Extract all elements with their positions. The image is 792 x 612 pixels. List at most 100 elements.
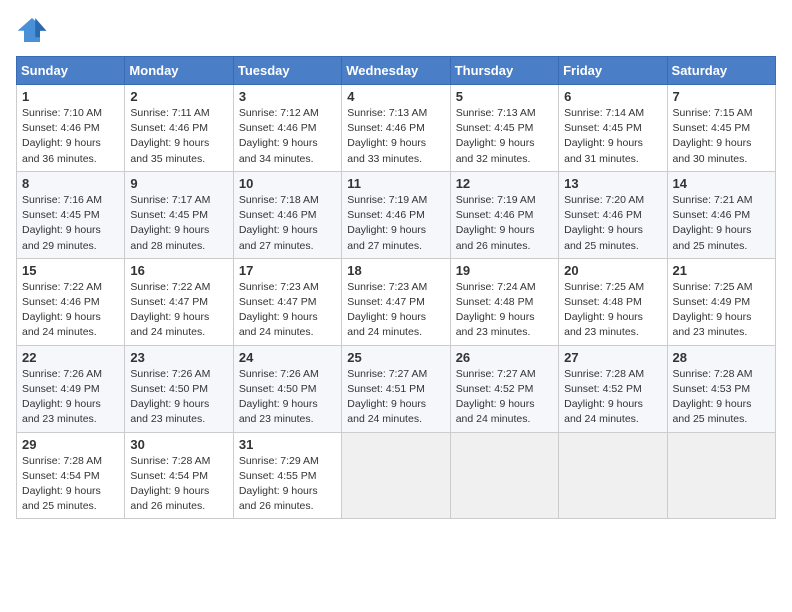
day-number: 5 xyxy=(456,89,553,104)
col-header-saturday: Saturday xyxy=(667,57,775,85)
day-info: Sunrise: 7:28 AM Sunset: 4:52 PM Dayligh… xyxy=(564,367,661,428)
day-number: 7 xyxy=(673,89,770,104)
sunrise-label: Sunrise: 7:28 AM xyxy=(22,455,102,467)
sunset-label: Sunset: 4:47 PM xyxy=(239,296,317,308)
calendar-cell: 6 Sunrise: 7:14 AM Sunset: 4:45 PM Dayli… xyxy=(559,85,667,172)
daylight-label: Daylight: 9 hours and 36 minutes. xyxy=(22,137,101,164)
calendar-cell: 14 Sunrise: 7:21 AM Sunset: 4:46 PM Dayl… xyxy=(667,171,775,258)
day-number: 26 xyxy=(456,350,553,365)
calendar-cell: 5 Sunrise: 7:13 AM Sunset: 4:45 PM Dayli… xyxy=(450,85,558,172)
calendar-cell: 30 Sunrise: 7:28 AM Sunset: 4:54 PM Dayl… xyxy=(125,432,233,519)
sunset-label: Sunset: 4:46 PM xyxy=(239,209,317,221)
day-number: 3 xyxy=(239,89,336,104)
daylight-label: Daylight: 9 hours and 24 minutes. xyxy=(130,311,209,338)
sunrise-label: Sunrise: 7:23 AM xyxy=(347,281,427,293)
sunset-label: Sunset: 4:49 PM xyxy=(22,383,100,395)
day-info: Sunrise: 7:16 AM Sunset: 4:45 PM Dayligh… xyxy=(22,193,119,254)
calendar-cell: 10 Sunrise: 7:18 AM Sunset: 4:46 PM Dayl… xyxy=(233,171,341,258)
day-number: 17 xyxy=(239,263,336,278)
daylight-label: Daylight: 9 hours and 23 minutes. xyxy=(239,398,318,425)
sunset-label: Sunset: 4:52 PM xyxy=(456,383,534,395)
day-number: 6 xyxy=(564,89,661,104)
sunrise-label: Sunrise: 7:19 AM xyxy=(456,194,536,206)
sunset-label: Sunset: 4:52 PM xyxy=(564,383,642,395)
calendar-cell xyxy=(559,432,667,519)
daylight-label: Daylight: 9 hours and 27 minutes. xyxy=(347,224,426,251)
sunrise-label: Sunrise: 7:28 AM xyxy=(130,455,210,467)
day-number: 2 xyxy=(130,89,227,104)
sunset-label: Sunset: 4:45 PM xyxy=(564,122,642,134)
calendar-cell xyxy=(450,432,558,519)
daylight-label: Daylight: 9 hours and 25 minutes. xyxy=(673,224,752,251)
sunrise-label: Sunrise: 7:11 AM xyxy=(130,107,209,119)
day-number: 4 xyxy=(347,89,444,104)
sunset-label: Sunset: 4:46 PM xyxy=(22,296,100,308)
day-number: 10 xyxy=(239,176,336,191)
calendar-cell: 24 Sunrise: 7:26 AM Sunset: 4:50 PM Dayl… xyxy=(233,345,341,432)
sunrise-label: Sunrise: 7:26 AM xyxy=(22,368,102,380)
day-number: 16 xyxy=(130,263,227,278)
day-info: Sunrise: 7:28 AM Sunset: 4:54 PM Dayligh… xyxy=(22,454,119,515)
day-info: Sunrise: 7:10 AM Sunset: 4:46 PM Dayligh… xyxy=(22,106,119,167)
page-header xyxy=(16,16,776,44)
day-info: Sunrise: 7:27 AM Sunset: 4:51 PM Dayligh… xyxy=(347,367,444,428)
day-info: Sunrise: 7:13 AM Sunset: 4:45 PM Dayligh… xyxy=(456,106,553,167)
day-info: Sunrise: 7:12 AM Sunset: 4:46 PM Dayligh… xyxy=(239,106,336,167)
sunrise-label: Sunrise: 7:28 AM xyxy=(564,368,644,380)
col-header-monday: Monday xyxy=(125,57,233,85)
day-number: 19 xyxy=(456,263,553,278)
calendar-cell: 7 Sunrise: 7:15 AM Sunset: 4:45 PM Dayli… xyxy=(667,85,775,172)
daylight-label: Daylight: 9 hours and 23 minutes. xyxy=(673,311,752,338)
calendar-cell: 4 Sunrise: 7:13 AM Sunset: 4:46 PM Dayli… xyxy=(342,85,450,172)
day-info: Sunrise: 7:18 AM Sunset: 4:46 PM Dayligh… xyxy=(239,193,336,254)
day-number: 21 xyxy=(673,263,770,278)
calendar-cell: 27 Sunrise: 7:28 AM Sunset: 4:52 PM Dayl… xyxy=(559,345,667,432)
day-info: Sunrise: 7:23 AM Sunset: 4:47 PM Dayligh… xyxy=(239,280,336,341)
day-info: Sunrise: 7:27 AM Sunset: 4:52 PM Dayligh… xyxy=(456,367,553,428)
day-info: Sunrise: 7:15 AM Sunset: 4:45 PM Dayligh… xyxy=(673,106,770,167)
sunrise-label: Sunrise: 7:28 AM xyxy=(673,368,753,380)
daylight-label: Daylight: 9 hours and 24 minutes. xyxy=(456,398,535,425)
calendar-cell: 29 Sunrise: 7:28 AM Sunset: 4:54 PM Dayl… xyxy=(17,432,125,519)
day-number: 23 xyxy=(130,350,227,365)
sunset-label: Sunset: 4:45 PM xyxy=(673,122,751,134)
sunset-label: Sunset: 4:48 PM xyxy=(564,296,642,308)
sunrise-label: Sunrise: 7:13 AM xyxy=(347,107,427,119)
daylight-label: Daylight: 9 hours and 32 minutes. xyxy=(456,137,535,164)
daylight-label: Daylight: 9 hours and 24 minutes. xyxy=(239,311,318,338)
day-info: Sunrise: 7:25 AM Sunset: 4:49 PM Dayligh… xyxy=(673,280,770,341)
day-info: Sunrise: 7:24 AM Sunset: 4:48 PM Dayligh… xyxy=(456,280,553,341)
sunset-label: Sunset: 4:46 PM xyxy=(347,209,425,221)
day-number: 22 xyxy=(22,350,119,365)
calendar-cell: 20 Sunrise: 7:25 AM Sunset: 4:48 PM Dayl… xyxy=(559,258,667,345)
calendar-cell: 9 Sunrise: 7:17 AM Sunset: 4:45 PM Dayli… xyxy=(125,171,233,258)
day-number: 13 xyxy=(564,176,661,191)
sunrise-label: Sunrise: 7:25 AM xyxy=(564,281,644,293)
day-info: Sunrise: 7:21 AM Sunset: 4:46 PM Dayligh… xyxy=(673,193,770,254)
sunset-label: Sunset: 4:45 PM xyxy=(22,209,100,221)
day-info: Sunrise: 7:19 AM Sunset: 4:46 PM Dayligh… xyxy=(456,193,553,254)
daylight-label: Daylight: 9 hours and 23 minutes. xyxy=(22,398,101,425)
day-info: Sunrise: 7:26 AM Sunset: 4:50 PM Dayligh… xyxy=(239,367,336,428)
sunrise-label: Sunrise: 7:14 AM xyxy=(564,107,644,119)
sunrise-label: Sunrise: 7:19 AM xyxy=(347,194,427,206)
sunset-label: Sunset: 4:46 PM xyxy=(347,122,425,134)
calendar-cell: 31 Sunrise: 7:29 AM Sunset: 4:55 PM Dayl… xyxy=(233,432,341,519)
sunset-label: Sunset: 4:53 PM xyxy=(673,383,751,395)
calendar-cell: 12 Sunrise: 7:19 AM Sunset: 4:46 PM Dayl… xyxy=(450,171,558,258)
daylight-label: Daylight: 9 hours and 34 minutes. xyxy=(239,137,318,164)
day-info: Sunrise: 7:20 AM Sunset: 4:46 PM Dayligh… xyxy=(564,193,661,254)
day-number: 25 xyxy=(347,350,444,365)
sunset-label: Sunset: 4:48 PM xyxy=(456,296,534,308)
sunrise-label: Sunrise: 7:21 AM xyxy=(673,194,753,206)
calendar-table: SundayMondayTuesdayWednesdayThursdayFrid… xyxy=(16,56,776,519)
daylight-label: Daylight: 9 hours and 28 minutes. xyxy=(130,224,209,251)
day-number: 18 xyxy=(347,263,444,278)
sunrise-label: Sunrise: 7:15 AM xyxy=(673,107,753,119)
calendar-cell: 26 Sunrise: 7:27 AM Sunset: 4:52 PM Dayl… xyxy=(450,345,558,432)
calendar-cell: 8 Sunrise: 7:16 AM Sunset: 4:45 PM Dayli… xyxy=(17,171,125,258)
day-info: Sunrise: 7:23 AM Sunset: 4:47 PM Dayligh… xyxy=(347,280,444,341)
sunrise-label: Sunrise: 7:27 AM xyxy=(456,368,536,380)
daylight-label: Daylight: 9 hours and 31 minutes. xyxy=(564,137,643,164)
day-number: 1 xyxy=(22,89,119,104)
